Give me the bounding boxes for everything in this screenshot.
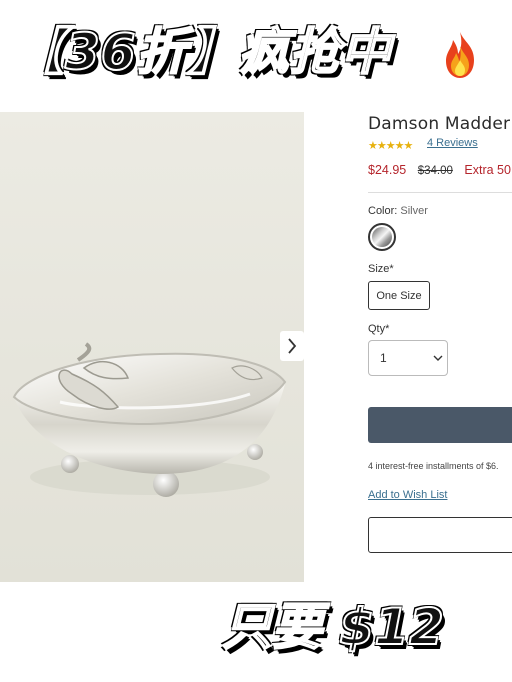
color-swatch-silver[interactable]: [368, 223, 396, 251]
quantity-value: 1: [380, 351, 387, 365]
qty-label: Qty*: [368, 323, 390, 335]
fire-icon: [446, 32, 474, 78]
quantity-select[interactable]: 1: [368, 340, 448, 376]
product-title: Damson Madder: [368, 114, 511, 134]
promo-headline: 【36折】疯抢中: [13, 22, 392, 82]
product-details-panel: Damson Madder ★★★★★ 4 Reviews $24.95 $34…: [304, 112, 512, 582]
promo-banner-top: 【36折】疯抢中: [0, 0, 512, 110]
color-label: Color: Silver: [368, 205, 428, 217]
divider: [368, 192, 512, 193]
chevron-down-icon: [433, 355, 443, 361]
add-to-bag-button[interactable]: [368, 407, 512, 443]
price-row: $24.95 $34.00 Extra 50: [368, 163, 511, 177]
installments-text: 4 interest-free installments of $6.: [368, 461, 499, 471]
secondary-action-button[interactable]: [368, 517, 512, 553]
add-to-wishlist-link[interactable]: Add to Wish List: [368, 489, 447, 501]
rating-stars: ★★★★★: [368, 140, 413, 152]
swatch-fill: [372, 227, 392, 247]
promo-price: 只要 $12: [221, 597, 445, 657]
extra-discount: Extra 50: [464, 163, 511, 177]
silver-bowl-illustration: [12, 342, 287, 497]
product-image[interactable]: [0, 112, 304, 582]
next-image-button[interactable]: [280, 331, 304, 361]
color-label-text: Color:: [368, 205, 398, 217]
original-price: $34.00: [417, 165, 453, 177]
reviews-link[interactable]: 4 Reviews: [427, 137, 478, 149]
size-label: Size*: [368, 263, 394, 275]
sale-price: $24.95: [368, 163, 407, 177]
promo-banner-bottom: 只要 $12: [0, 582, 512, 682]
color-value: Silver: [400, 205, 428, 217]
chevron-right-icon: [288, 338, 297, 354]
size-option-button[interactable]: One Size: [368, 281, 430, 310]
